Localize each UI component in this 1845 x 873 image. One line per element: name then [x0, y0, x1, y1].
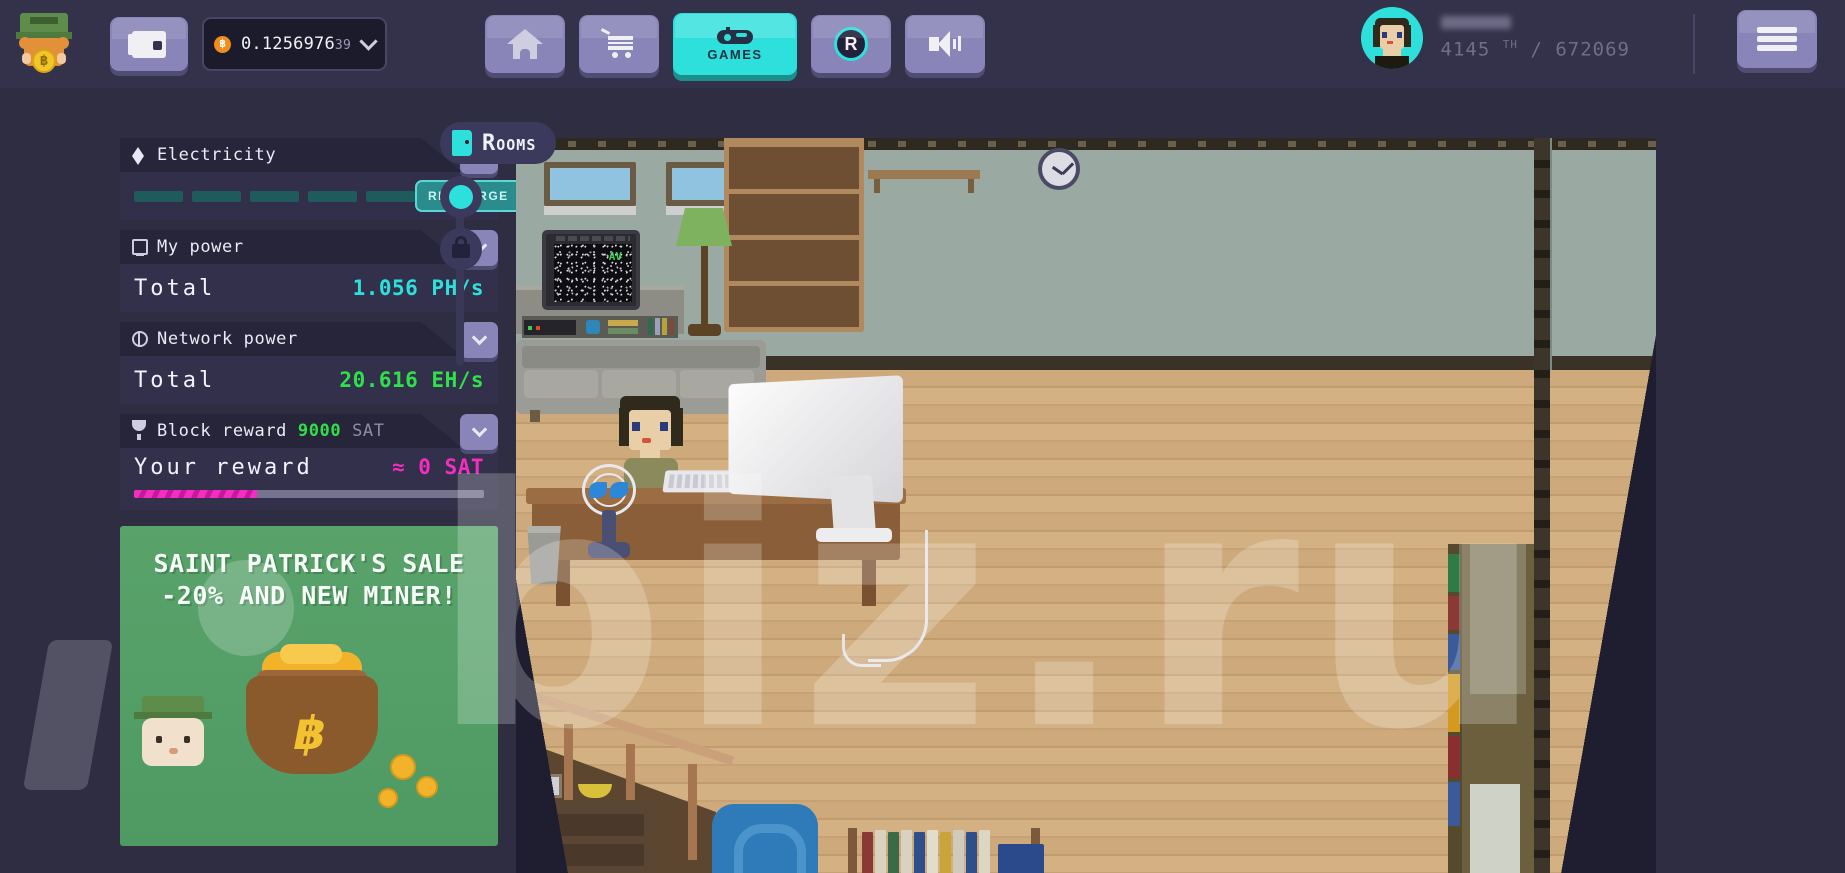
profile-text: 4145 TH / 672069 [1440, 15, 1630, 61]
balance-dropdown[interactable]: ฿ 0.125697639 [202, 17, 387, 71]
trophy-icon [132, 419, 149, 440]
promo-banner[interactable]: SAINT PATRICK'S SALE -20% AND NEW MINER!… [120, 526, 498, 846]
nav-games-label: GAMES [707, 47, 763, 62]
username-redacted [1440, 15, 1511, 29]
electricity-title: Electricity [157, 145, 277, 165]
power-cord [842, 530, 928, 667]
block-progress-fill [134, 489, 257, 498]
floor-lamp-furniture[interactable] [676, 208, 732, 338]
hamburger-menu-button[interactable] [1737, 10, 1817, 68]
your-reward-row: Your reward ≈ 0 SAT [134, 455, 484, 480]
chevron-down-icon[interactable] [359, 31, 378, 51]
block-reward-panel: Block reward 9000 SAT Your reward ≈ 0 SA… [120, 414, 498, 510]
wall-clock-icon [1038, 148, 1080, 190]
wallet-button[interactable] [110, 17, 188, 71]
monitor-icon [132, 238, 149, 256]
rooms-tab-label: Rooms [482, 130, 537, 156]
electricity-header: Electricity [120, 138, 462, 172]
chevron-down-icon [471, 421, 487, 438]
main-navigation: GAMES R [485, 13, 985, 75]
network-power-header: Network power [120, 322, 462, 356]
bitcoin-money-bag-icon: ฿ [232, 644, 392, 774]
battery-segment [308, 190, 357, 202]
speaker-volume-icon [927, 30, 963, 58]
your-reward-value: ≈ 0 SAT [391, 454, 484, 479]
tv-input-label: AV [608, 250, 622, 263]
battery-segment [366, 190, 415, 202]
battery-segment [134, 190, 183, 202]
door-icon [452, 130, 472, 156]
promo-line-2: -20% AND NEW MINER! [161, 581, 457, 610]
bookcase-furniture[interactable] [724, 138, 864, 332]
user-rank: 4145 TH / 672069 [1440, 37, 1630, 61]
room-right-corner [1536, 138, 1656, 873]
mining-computer[interactable] [720, 375, 903, 542]
application-root: ฿ ฿ 0.125697639 GAMES R 4145 TH / 672069… [0, 0, 1845, 873]
block-reward-header: Block reward 9000 SAT [120, 414, 462, 448]
coin-decoration [378, 788, 398, 808]
wall-shelf [868, 170, 980, 193]
your-reward-label: Your reward [134, 454, 313, 480]
my-power-row-label: Total [134, 275, 216, 301]
globe-icon [132, 330, 149, 348]
user-avatar-icon[interactable] [1360, 7, 1423, 69]
coin-decoration [416, 776, 438, 798]
beanbag-furniture[interactable] [712, 804, 818, 873]
user-profile[interactable]: 4145 TH / 672069 [1360, 7, 1630, 69]
lock-icon [452, 236, 470, 258]
cabinet-furniture[interactable] [1448, 544, 1534, 873]
topbar-left-group: ฿ ฿ 0.125697639 [0, 13, 387, 75]
my-power-header: My power [120, 230, 462, 264]
network-power-row-label: Total [134, 367, 216, 393]
room-active-indicator [449, 185, 473, 209]
nav-shop-button[interactable] [579, 15, 659, 73]
header-divider [1693, 14, 1695, 74]
hamburger-menu-icon [1757, 24, 1797, 54]
room-node-active[interactable] [440, 176, 482, 218]
home-icon [507, 29, 543, 59]
hamster-leprechaun-mascot-icon: ฿ [16, 13, 72, 75]
block-reward-body: Your reward ≈ 0 SAT [120, 448, 498, 510]
nav-games-button[interactable]: GAMES [673, 13, 797, 75]
rooms-navigator: Rooms [440, 122, 570, 402]
r-badge-icon: R [834, 27, 868, 61]
rooms-tab-button[interactable]: Rooms [440, 122, 557, 164]
top-bar: ฿ ฿ 0.125697639 GAMES R 4145 TH / 672069 [0, 0, 1845, 88]
promo-hamster-icon [128, 696, 220, 774]
wallet-icon [128, 30, 166, 58]
ceiling-trim [516, 138, 1656, 150]
my-power-title: My power [157, 237, 244, 257]
room-node-locked[interactable] [440, 228, 482, 270]
block-reward-title: Block reward 9000 SAT [157, 421, 385, 441]
shopping-cart-icon [600, 28, 637, 59]
bitcoin-icon: ฿ [214, 35, 231, 53]
battery-segment [250, 190, 299, 202]
nav-rewards-button[interactable]: R [811, 15, 891, 73]
battery-segment [192, 190, 241, 202]
balance-value: 0.125697639 [241, 34, 351, 54]
coin-decoration [390, 754, 416, 780]
block-reward-collapse-button[interactable] [460, 414, 498, 450]
nav-home-button[interactable] [485, 15, 565, 73]
network-power-title: Network power [157, 329, 298, 349]
game-scene[interactable]: AV [516, 138, 1656, 873]
electricity-meter [134, 190, 415, 202]
watermark-mark [22, 640, 114, 790]
block-progress-bar [134, 489, 484, 498]
gamepad-icon [717, 26, 753, 46]
lightning-bolt-icon [132, 146, 149, 165]
promo-line-1: SAINT PATRICK'S SALE [153, 549, 465, 578]
nav-sound-button[interactable] [905, 15, 985, 73]
bookshelf-low[interactable] [848, 828, 1044, 873]
